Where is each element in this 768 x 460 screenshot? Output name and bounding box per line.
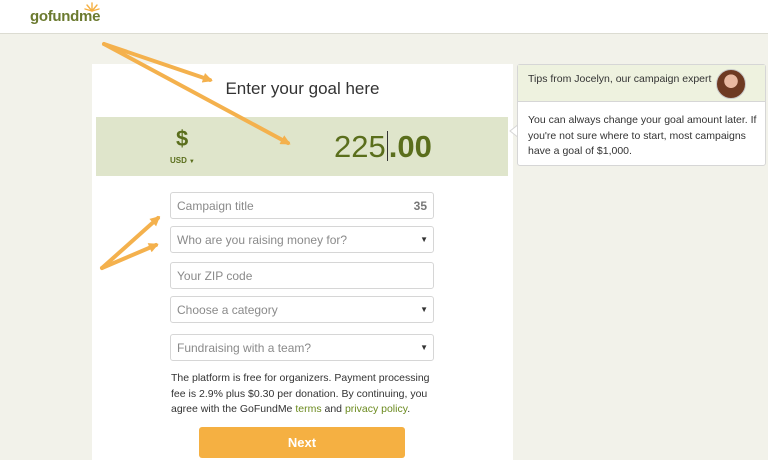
chevron-down-icon: ▼ [420, 343, 428, 352]
campaign-title-input[interactable]: Campaign title 35 [170, 192, 434, 219]
currency-symbol: $ [176, 126, 189, 151]
top-bar: gofundme [0, 0, 768, 34]
goal-amount-integer: 225 [334, 129, 386, 164]
goal-amount-input[interactable]: 225.00 [334, 129, 432, 165]
category-select[interactable]: Choose a category ▼ [170, 296, 434, 323]
tips-body: You can always change your goal amount l… [528, 114, 757, 157]
team-placeholder: Fundraising with a team? [177, 341, 312, 355]
avatar-icon [716, 69, 746, 99]
campaign-title-placeholder: Campaign title [177, 199, 254, 213]
tips-header: Tips from Jocelyn, our campaign expert [518, 65, 765, 102]
category-placeholder: Choose a category [177, 303, 278, 317]
goal-heading: Enter your goal here [225, 79, 380, 98]
raising-for-placeholder: Who are you raising money for? [177, 233, 348, 247]
next-button[interactable]: Next [199, 427, 405, 458]
currency-code: USD [170, 156, 187, 165]
zip-code-input[interactable]: Your ZIP code [170, 262, 434, 289]
char-count: 35 [413, 199, 427, 213]
currency-selector[interactable]: USD ▼ [170, 156, 195, 165]
zip-placeholder: Your ZIP code [177, 269, 253, 283]
tips-panel: Tips from Jocelyn, our campaign expert Y… [517, 64, 766, 166]
raising-for-select[interactable]: Who are you raising money for? ▼ [170, 226, 434, 253]
goal-amount-cents: .00 [388, 129, 432, 164]
terms-link[interactable]: terms [295, 403, 321, 415]
privacy-policy-link[interactable]: privacy policy [345, 403, 407, 415]
chevron-down-icon: ▼ [420, 235, 428, 244]
tips-title: Tips from Jocelyn, our campaign expert [528, 73, 712, 85]
sun-logo-icon [84, 2, 100, 12]
team-select[interactable]: Fundraising with a team? ▼ [170, 334, 434, 361]
chevron-down-icon: ▼ [420, 305, 428, 314]
goal-amount-band [96, 117, 508, 176]
fee-disclaimer: The platform is free for organizers. Pay… [171, 372, 430, 415]
chevron-down-icon: ▼ [188, 159, 195, 165]
text-cursor [386, 131, 388, 161]
